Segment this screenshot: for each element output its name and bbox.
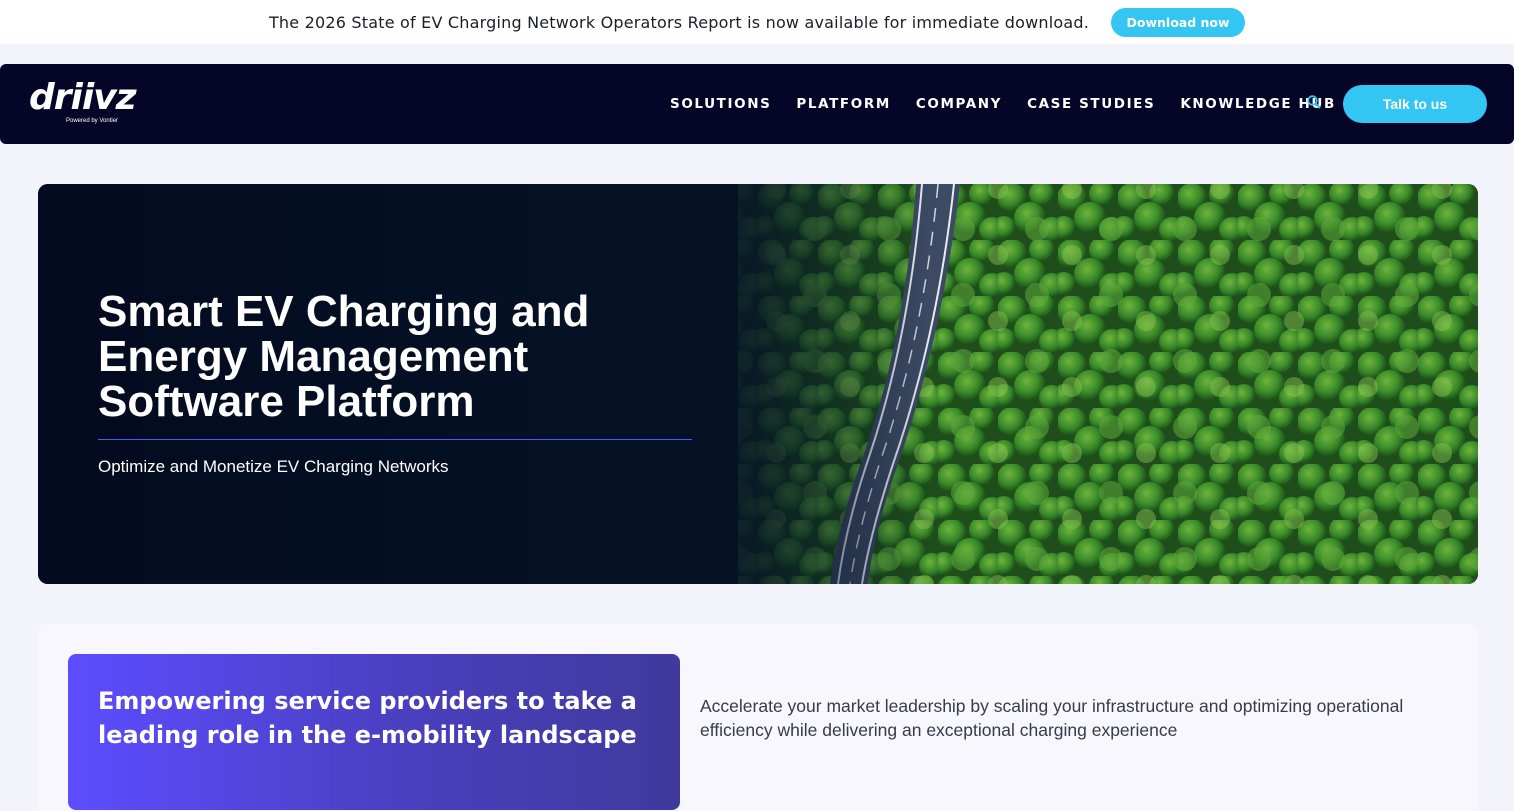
driivz-logo[interactable]: driivz Powered by Vontier xyxy=(29,80,139,128)
announcement-bar: The 2026 State of EV Charging Network Op… xyxy=(0,0,1514,44)
download-now-button[interactable]: Download now xyxy=(1111,7,1246,37)
logo-wordmark: driivz xyxy=(29,77,137,118)
nav-item-case-studies[interactable]: CASE STUDIES xyxy=(1027,96,1155,112)
nav-item-solutions[interactable]: SOLUTIONS xyxy=(670,96,771,112)
intro-heading: Empowering service providers to take a l… xyxy=(98,687,637,749)
nav-menu: SOLUTIONS PLATFORM COMPANY CASE STUDIES … xyxy=(670,64,1361,144)
intro-description: Accelerate your market leadership by sca… xyxy=(700,696,1404,740)
intro-section: Empowering service providers to take a l… xyxy=(38,624,1478,811)
nav-item-platform[interactable]: PLATFORM xyxy=(796,96,890,112)
announcement-text: The 2026 State of EV Charging Network Op… xyxy=(268,12,1090,32)
logo-tagline: Powered by Vontier xyxy=(66,118,119,124)
search-icon[interactable] xyxy=(1306,94,1322,110)
hero-title: Smart EV Charging and Energy Management … xyxy=(98,287,590,426)
main-navbar: driivz Powered by Vontier SOLUTIONS PLAT… xyxy=(0,64,1514,144)
hero-subtitle: Optimize and Monetize EV Charging Networ… xyxy=(98,457,449,476)
hero-divider xyxy=(98,439,692,440)
nav-item-company[interactable]: COMPANY xyxy=(916,96,1002,112)
hero-banner: Smart EV Charging and Energy Management … xyxy=(38,184,1478,584)
talk-to-us-button[interactable]: Talk to us xyxy=(1343,85,1487,123)
intro-highlight-box: Empowering service providers to take a l… xyxy=(68,654,680,810)
